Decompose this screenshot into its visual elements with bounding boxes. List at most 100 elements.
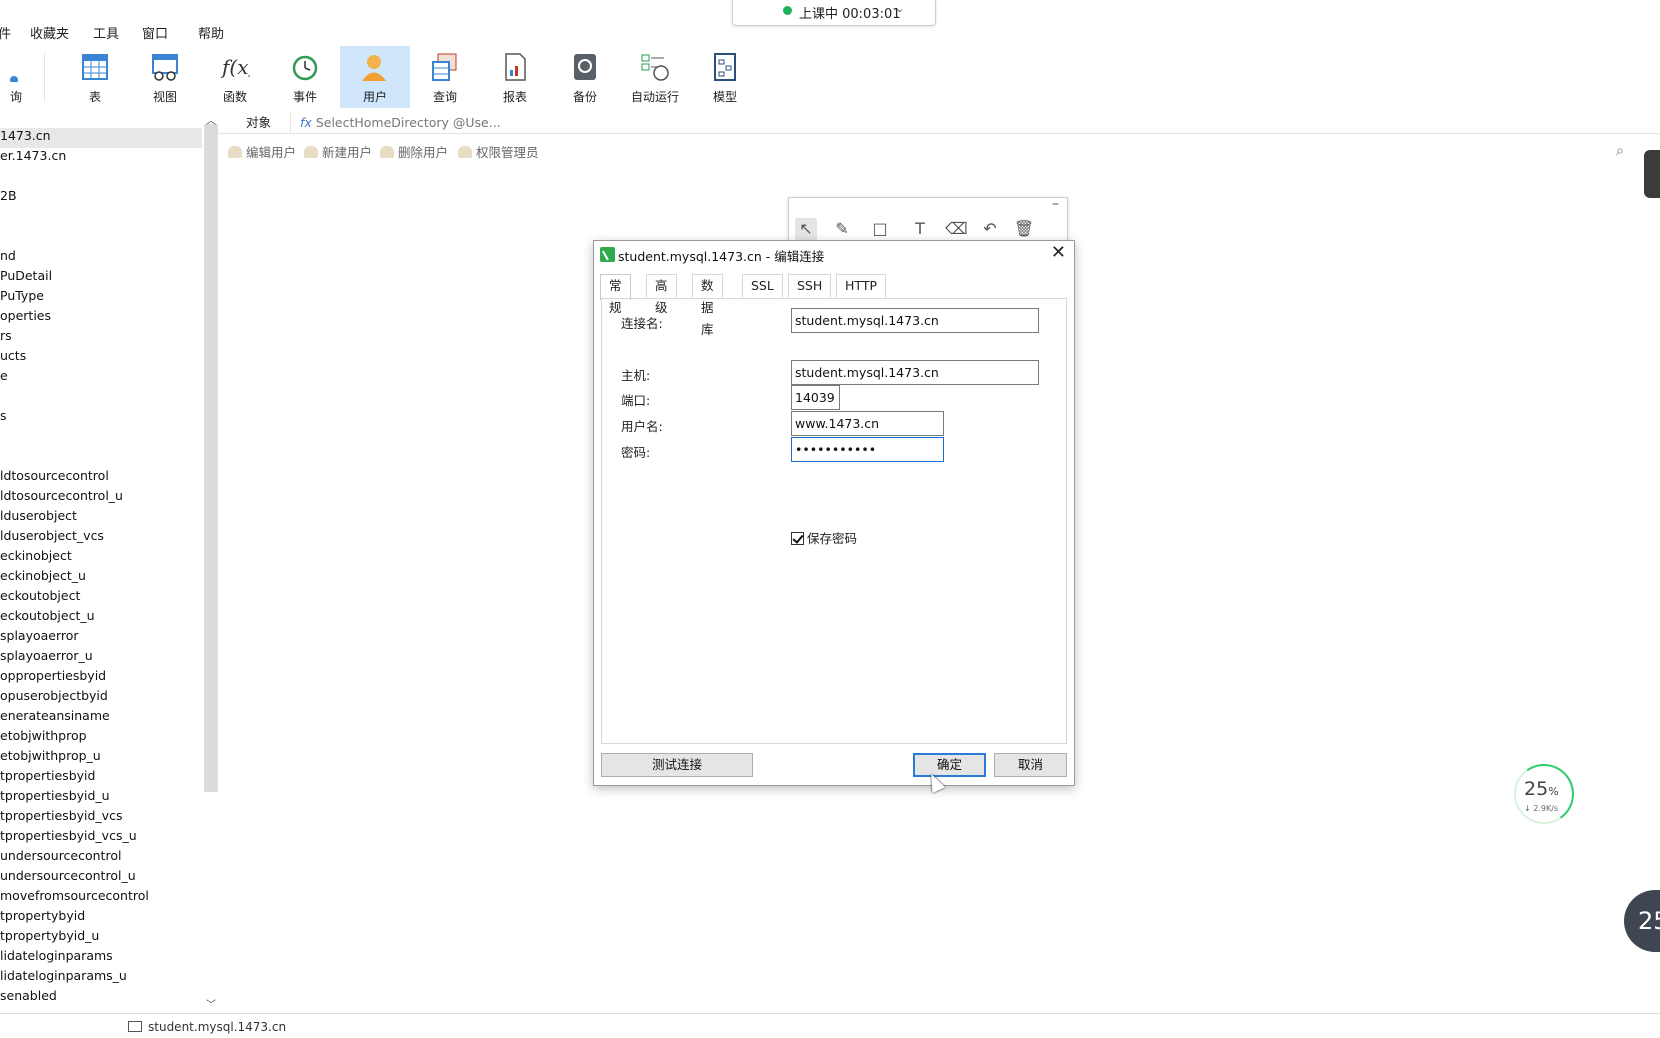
toolbar-query-button[interactable]: 查询 (411, 46, 479, 108)
floating-badge[interactable]: 25 (1624, 890, 1660, 952)
tab-http[interactable]: HTTP (836, 274, 886, 298)
tree-item[interactable]: rs (0, 328, 12, 343)
text-icon[interactable]: T (909, 218, 931, 240)
new-user-label: 新建用户 (322, 145, 373, 160)
toolbar-query-partial[interactable]: 询 (0, 46, 38, 108)
tree-item[interactable]: undersourcecontrol_u (0, 868, 136, 883)
chevron-down-icon[interactable]: ⌄ (895, 2, 904, 15)
side-handle[interactable] (1644, 150, 1660, 198)
toolbar-label: 报表 (502, 90, 527, 104)
tree-item[interactable]: tpropertybyid (0, 908, 85, 923)
checkbox-checked-icon[interactable] (791, 532, 804, 545)
port-input[interactable] (791, 385, 840, 410)
scroll-up-icon[interactable]: ︿ (206, 112, 216, 127)
ok-button[interactable]: 确定 (913, 753, 986, 777)
toolbar-label: 视图 (152, 90, 177, 104)
toolbar-user-button[interactable]: 用户 (340, 46, 410, 108)
tree-item[interactable]: etobjwithprop (0, 728, 87, 743)
tree-item[interactable]: oppropertiesbyid (0, 668, 106, 683)
tree-item[interactable]: operties (0, 308, 51, 323)
tree-item[interactable]: senabled (0, 988, 57, 1003)
pen-icon[interactable]: ✎ (831, 218, 853, 240)
tree-item[interactable]: eckinobject_u (0, 568, 86, 583)
trash-icon[interactable]: 🗑 (1013, 218, 1035, 240)
rectangle-icon[interactable]: □ (869, 218, 891, 240)
privilege-manager-button[interactable]: 权限管理员 (458, 142, 539, 161)
tree-item[interactable]: s (0, 408, 7, 423)
host-input[interactable] (791, 360, 1039, 385)
tree-item[interactable]: eckoutobject_u (0, 608, 95, 623)
class-status-pill[interactable]: 上课中 00:03:01 ⌄ (732, 0, 936, 26)
tree-item[interactable]: etobjwithprop_u (0, 748, 101, 763)
tree-item[interactable]: er.1473.cn (0, 148, 66, 163)
menu-favorites[interactable]: 收藏夹 (30, 23, 69, 42)
tree-item[interactable]: undersourcecontrol (0, 848, 121, 863)
tree-item[interactable]: tpropertybyid_u (0, 928, 99, 943)
menu-window[interactable]: 窗口 (142, 23, 168, 42)
tab-ssh[interactable]: SSH (788, 274, 832, 298)
tree-item[interactable]: enerateansiname (0, 708, 110, 723)
toolbar-label: 自动运行 (630, 90, 679, 104)
tree-item[interactable]: eckinobject (0, 548, 72, 563)
tree-item[interactable]: ldtosourcecontrol (0, 468, 109, 483)
tree-item[interactable]: tpropertiesbyid_vcs (0, 808, 122, 823)
toolbar-report-button[interactable]: 报表 (481, 46, 549, 108)
pointer-icon[interactable]: ↖ (795, 218, 817, 240)
tree-item[interactable]: tpropertiesbyid (0, 768, 95, 783)
username-input[interactable] (791, 411, 944, 436)
eraser-icon[interactable]: ⌫ (945, 218, 968, 240)
toolbar-event-button[interactable]: 事件 (271, 46, 339, 108)
tree-item[interactable]: e (0, 368, 8, 383)
tab-objects[interactable]: 对象 (227, 112, 291, 134)
tree-item[interactable]: movefromsourcecontrol (0, 888, 149, 903)
network-speed-widget[interactable]: 25% ↓ 2.9K/s (1509, 759, 1579, 829)
undo-icon[interactable]: ↶ (979, 218, 1001, 240)
tab-advanced[interactable]: 高级 (646, 274, 677, 315)
function-tab-label: SelectHomeDirectory @Use... (315, 115, 501, 130)
edit-user-button[interactable]: 编辑用户 (228, 142, 296, 161)
menu-file[interactable]: 件 (0, 23, 11, 42)
tree-item[interactable]: tpropertiesbyid_u (0, 788, 110, 803)
tree-item[interactable]: PuDetail (0, 268, 52, 283)
toolbar-view-button[interactable]: 视图 (131, 46, 199, 108)
tree-item[interactable]: splayoaerror_u (0, 648, 93, 663)
tree-item[interactable]: ldtosourcecontrol_u (0, 488, 123, 503)
menu-tools[interactable]: 工具 (93, 23, 119, 42)
toolbar-backup-button[interactable]: 备份 (551, 46, 619, 108)
menu-help[interactable]: 帮助 (198, 23, 224, 42)
tab-database[interactable]: 数据库 (692, 274, 723, 337)
toolbar-automation-button[interactable]: 自动运行 (621, 46, 689, 108)
query-icon (432, 53, 457, 81)
search-icon[interactable]: ⌕ (1616, 143, 1624, 159)
new-user-button[interactable]: 新建用户 (304, 142, 372, 161)
test-connection-button[interactable]: 测试连接 (601, 753, 753, 777)
save-password-checkbox[interactable]: 保存密码 (791, 528, 857, 547)
tree-item[interactable]: lduserobject_vcs (0, 528, 104, 543)
password-input[interactable] (791, 437, 944, 462)
tree-item[interactable]: eckoutobject (0, 588, 80, 603)
tree-item[interactable]: opuserobjectbyid (0, 688, 108, 703)
tree-item[interactable]: lidateloginparams (0, 948, 113, 963)
tree-item[interactable]: lduserobject (0, 508, 77, 523)
tab-general[interactable]: 常规 (600, 274, 631, 315)
delete-user-button[interactable]: 删除用户 (380, 142, 448, 161)
cancel-button[interactable]: 取消 (994, 753, 1067, 777)
function-tab[interactable]: fx SelectHomeDirectory @Use... (300, 112, 501, 134)
tree-item[interactable]: ucts (0, 348, 26, 363)
tree-item[interactable]: nd (0, 248, 16, 263)
toolbar-function-button[interactable]: f(x) 函数 (201, 46, 269, 108)
tree-item[interactable]: 2B (0, 188, 17, 203)
connection-name-input[interactable] (791, 308, 1039, 333)
tree-item[interactable]: 1473.cn (0, 128, 51, 143)
close-icon[interactable]: ✕ (1051, 242, 1066, 263)
tree-item[interactable]: tpropertiesbyid_vcs_u (0, 828, 137, 843)
toolbar-model-button[interactable]: 模型 (691, 46, 759, 108)
tab-ssl[interactable]: SSL (742, 274, 783, 298)
tree-item[interactable]: PuType (0, 288, 44, 303)
toolbar-table-button[interactable]: 表 (61, 46, 129, 108)
minimize-icon[interactable]: – (1052, 196, 1059, 212)
tree-scrollbar[interactable] (204, 124, 218, 792)
tree-item[interactable]: lidateloginparams_u (0, 968, 127, 983)
tree-item[interactable]: splayoaerror (0, 628, 79, 643)
scroll-down-icon[interactable]: ﹀ (206, 996, 216, 1011)
